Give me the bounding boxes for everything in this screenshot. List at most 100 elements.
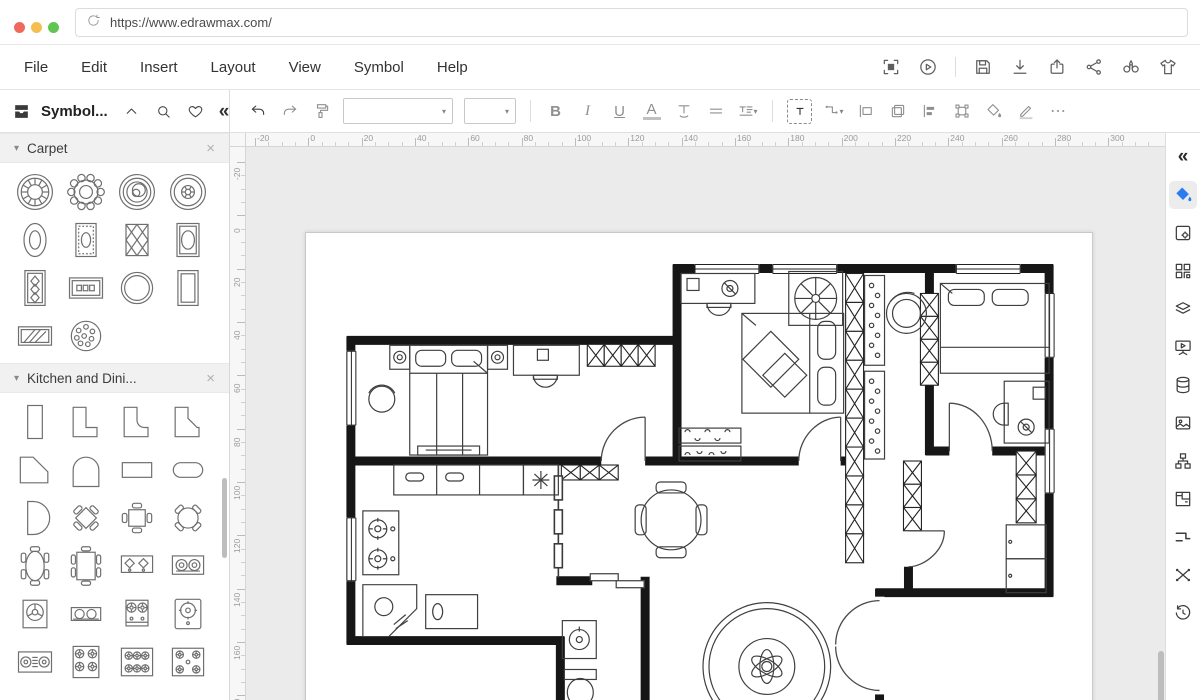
- symbol-oval[interactable]: [11, 217, 59, 263]
- symbol-stove-gas-2[interactable]: [113, 591, 161, 637]
- italic-button[interactable]: I: [574, 98, 601, 125]
- left-panel-scrollbar[interactable]: [222, 478, 227, 558]
- symbol-round-rose[interactable]: [113, 169, 161, 215]
- theme-icon[interactable]: [1158, 57, 1178, 77]
- symbol-cooktop-2-round[interactable]: [164, 543, 212, 589]
- favorites-heart-icon[interactable]: [187, 103, 204, 120]
- symbol-counter-rect[interactable]: [113, 447, 161, 493]
- menu-item-edit[interactable]: Edit: [81, 59, 107, 76]
- symbol-round-scalloped[interactable]: [62, 169, 110, 215]
- symbol-cooktop-2-plain[interactable]: [62, 591, 110, 637]
- symbol-counter-l-rounded[interactable]: [113, 399, 161, 445]
- more-button[interactable]: [1044, 98, 1071, 125]
- coat-rack[interactable]: [678, 427, 742, 462]
- symbol-table-diamond-chairs[interactable]: [62, 495, 110, 541]
- layers-icon[interactable]: [1169, 295, 1197, 323]
- symbol-cooktop-2-diamond[interactable]: [113, 543, 161, 589]
- symbol-stove-5[interactable]: [164, 639, 212, 685]
- insert-image-icon[interactable]: [1169, 409, 1197, 437]
- fill-format-icon[interactable]: [1169, 181, 1197, 209]
- find-replace-icon[interactable]: [1121, 57, 1141, 77]
- underline-button[interactable]: U: [606, 98, 633, 125]
- format-painter-button[interactable]: [308, 98, 335, 125]
- canvas-viewport[interactable]: [246, 147, 1165, 700]
- menu-item-help[interactable]: Help: [437, 59, 468, 76]
- font-family-select[interactable]: ▾: [343, 98, 453, 124]
- desk[interactable]: [992, 380, 1050, 444]
- close-icon[interactable]: ×: [206, 140, 215, 157]
- collapse-panel-icon[interactable]: «: [219, 102, 230, 121]
- toilet[interactable]: [563, 668, 597, 700]
- symbol-library-icon[interactable]: [1169, 257, 1197, 285]
- nightstand[interactable]: [486, 344, 509, 370]
- symbol-counter-arch[interactable]: [62, 447, 110, 493]
- export-icon[interactable]: [1047, 57, 1067, 77]
- symbol-rect-diamonds[interactable]: [11, 265, 59, 311]
- download-icon[interactable]: [1010, 57, 1030, 77]
- nightstand[interactable]: [389, 344, 411, 370]
- align-button[interactable]: [702, 98, 729, 125]
- search-icon[interactable]: [155, 103, 172, 120]
- canvas-area[interactable]: -20 0 20 40 60 80 100 120 140 160 180 200 220 240 260 2…: [230, 133, 1165, 700]
- close-window-button[interactable]: [14, 22, 25, 33]
- collapse-sidebar-icon[interactable]: «: [1178, 143, 1189, 171]
- symbol-round-dotted[interactable]: [62, 313, 110, 359]
- corner-sink[interactable]: [362, 584, 418, 638]
- kitchen-island[interactable]: [425, 594, 479, 630]
- send-backward-button[interactable]: [852, 98, 879, 125]
- symbol-rect-fringe[interactable]: [62, 217, 110, 263]
- font-color-button[interactable]: A: [638, 98, 665, 125]
- symbol-counter-straight[interactable]: [11, 399, 59, 445]
- cabinet[interactable]: [1005, 524, 1047, 594]
- symbol-table-d[interactable]: [11, 495, 59, 541]
- presentation-icon[interactable]: [1169, 333, 1197, 361]
- pen-button[interactable]: [1012, 98, 1039, 125]
- duplicate-button[interactable]: [884, 98, 911, 125]
- page-setup-icon[interactable]: [1169, 219, 1197, 247]
- symbol-counter-rounded[interactable]: [164, 447, 212, 493]
- menu-item-layout[interactable]: Layout: [211, 59, 256, 76]
- menu-item-symbol[interactable]: Symbol: [354, 59, 404, 76]
- ceiling-fan[interactable]: [788, 270, 844, 326]
- symbol-burner-target[interactable]: [164, 591, 212, 637]
- symbol-counter-l[interactable]: [62, 399, 110, 445]
- symbol-rect-oval[interactable]: [164, 217, 212, 263]
- maximize-window-button[interactable]: [48, 22, 59, 33]
- symbol-burner-single[interactable]: [11, 591, 59, 637]
- presentation-play-icon[interactable]: [918, 57, 938, 77]
- section-header-0[interactable]: ▾ Carpet ×: [0, 133, 229, 163]
- redo-button[interactable]: [276, 98, 303, 125]
- clothes-rack[interactable]: [863, 370, 886, 460]
- fill-color-button[interactable]: [980, 98, 1007, 125]
- symbol-round-floral[interactable]: [164, 169, 212, 215]
- org-structure-icon[interactable]: [1169, 447, 1197, 475]
- kitchen-counter[interactable]: [393, 464, 525, 496]
- text-tool-button[interactable]: [787, 98, 812, 124]
- stove[interactable]: [362, 510, 400, 576]
- bench[interactable]: [417, 445, 481, 456]
- symbol-table-square-chairs[interactable]: [113, 495, 161, 541]
- minimize-window-button[interactable]: [31, 22, 42, 33]
- armchair[interactable]: [368, 384, 396, 413]
- symbol-table-oval-6[interactable]: [11, 543, 59, 589]
- dining-table[interactable]: [634, 481, 708, 559]
- menu-item-insert[interactable]: Insert: [140, 59, 178, 76]
- share-icon[interactable]: [1084, 57, 1104, 77]
- menu-item-view[interactable]: View: [289, 59, 321, 76]
- distribute-button[interactable]: [916, 98, 943, 125]
- fit-screen-icon[interactable]: [881, 57, 901, 77]
- section-collapse-icon[interactable]: ▾: [14, 143, 19, 154]
- double-bed[interactable]: [409, 344, 489, 456]
- symbol-rect-tiles[interactable]: [62, 265, 110, 311]
- symbol-round-plain[interactable]: [113, 265, 161, 311]
- round-rug[interactable]: [702, 602, 832, 700]
- symbol-stove-6[interactable]: [113, 639, 161, 685]
- close-icon[interactable]: ×: [206, 370, 215, 387]
- bold-button[interactable]: B: [542, 98, 569, 125]
- symbol-counter-l-chamfer[interactable]: [164, 399, 212, 445]
- save-icon[interactable]: [973, 57, 993, 77]
- symbol-stove-4[interactable]: [62, 639, 110, 685]
- url-text[interactable]: https://www.edrawmax.com/: [110, 15, 272, 30]
- bathroom-sink[interactable]: [561, 620, 597, 660]
- clothes-rack[interactable]: [863, 274, 886, 366]
